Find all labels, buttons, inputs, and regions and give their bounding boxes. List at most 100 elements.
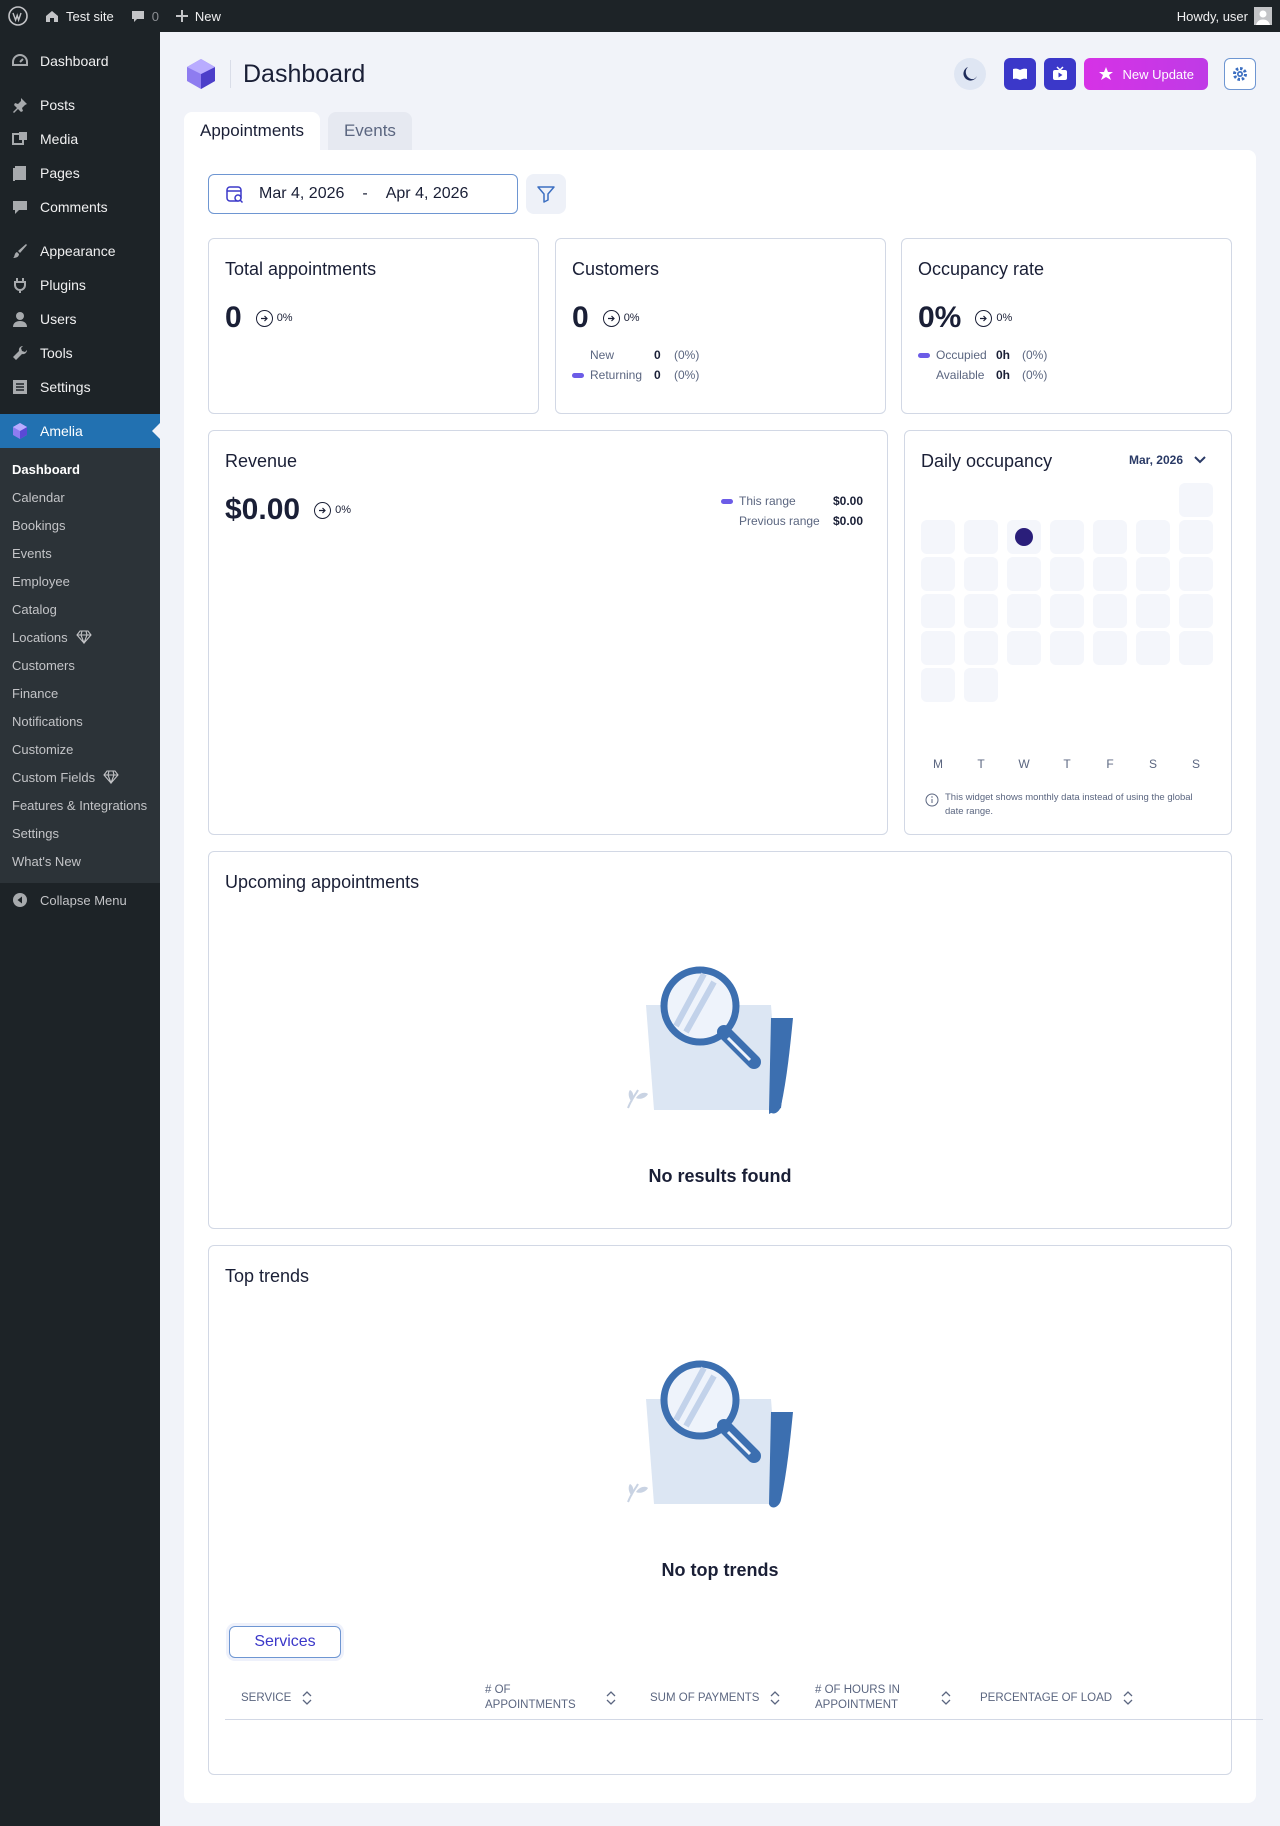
menu-item-posts[interactable]: Posts	[0, 88, 160, 122]
submenu-locations[interactable]: Locations	[0, 623, 160, 651]
docs-button[interactable]	[1004, 58, 1037, 90]
info-icon	[925, 793, 939, 807]
trends-table-header: Service # of appointments Sum of payment…	[225, 1676, 1263, 1720]
submenu-employee[interactable]: Employee	[0, 567, 160, 595]
sort-icon	[606, 1691, 616, 1705]
tab-appointments[interactable]: Appointments	[184, 112, 320, 150]
legend-pct: (0%)	[674, 348, 700, 362]
filter-button[interactable]	[526, 174, 566, 214]
wordpress-logo-icon[interactable]	[0, 0, 36, 32]
calendar-day	[1179, 520, 1213, 554]
calendar-day	[964, 520, 998, 554]
submenu-notifications[interactable]: Notifications	[0, 707, 160, 735]
submenu-bookings[interactable]: Bookings	[0, 511, 160, 539]
calendar-day	[964, 668, 998, 702]
legend-pct: (0%)	[1022, 348, 1048, 362]
submenu-customers[interactable]: Customers	[0, 651, 160, 679]
new-content-link[interactable]: New	[167, 0, 229, 32]
column-percentage-of-load[interactable]: Percentage of load	[980, 1676, 1134, 1720]
collapse-menu-button[interactable]: Collapse Menu	[0, 883, 160, 917]
settings-button[interactable]	[1224, 58, 1256, 90]
menu-item-plugins[interactable]: Plugins	[0, 268, 160, 302]
filter-icon	[537, 186, 555, 203]
total-appointments-card: Total appointments 0 0%	[208, 238, 539, 414]
legend-label: Available	[936, 368, 985, 382]
tab-events[interactable]: Events	[327, 112, 412, 150]
empty-state-message: No results found	[648, 1166, 792, 1186]
month-selector[interactable]: Mar, 2026	[1129, 453, 1207, 467]
services-tab-button[interactable]: Services	[229, 1626, 341, 1658]
plus-icon	[175, 10, 188, 22]
submenu-finance[interactable]: Finance	[0, 679, 160, 707]
site-name-link[interactable]: Test site	[36, 0, 122, 32]
wrench-icon	[10, 343, 30, 363]
submenu-settings[interactable]: Settings	[0, 819, 160, 847]
upcoming-appointments-card: Upcoming appointments No results found	[208, 851, 1232, 1229]
submenu-features-integrations[interactable]: Features & Integrations	[0, 791, 160, 819]
menu-item-amelia[interactable]: Amelia	[0, 414, 160, 448]
calendar-day	[1093, 520, 1127, 554]
submenu-custom-fields[interactable]: Custom Fields	[0, 763, 160, 791]
comments-count: 0	[151, 8, 159, 24]
section-tabs: Appointments Events	[184, 112, 412, 150]
column-service[interactable]: Service	[241, 1676, 313, 1720]
calendar-day	[1179, 557, 1213, 591]
card-title: Occupancy rate	[918, 259, 1045, 279]
dark-mode-toggle[interactable]	[954, 58, 987, 90]
occupancy-value: 0%	[918, 301, 962, 334]
menu-label: Pages	[40, 165, 80, 181]
admin-bar: Test site 0 New Howdy, user	[0, 0, 1280, 32]
note-text: This widget shows monthly data instead o…	[945, 792, 1193, 817]
menu-label: Plugins	[40, 277, 86, 293]
media-icon	[10, 129, 30, 149]
card-title: Daily occupancy	[921, 451, 1053, 471]
howdy-text: Howdy, user	[1176, 8, 1248, 24]
calendar-day	[1050, 631, 1084, 665]
menu-item-dashboard[interactable]: Dashboard	[0, 44, 160, 78]
menu-item-media[interactable]: Media	[0, 122, 160, 156]
column-hours-in-appointment[interactable]: # of hours in appointment	[815, 1676, 952, 1720]
change-percent: 0%	[276, 312, 293, 324]
weekday-label: M	[933, 757, 943, 771]
comments-link[interactable]: 0	[122, 0, 167, 32]
calendar-day	[964, 557, 998, 591]
new-update-button[interactable]: New Update	[1084, 58, 1208, 90]
legend-pct: (0%)	[674, 368, 700, 382]
video-tutorials-button[interactable]	[1044, 58, 1077, 90]
calendar-day	[1136, 631, 1170, 665]
submenu-dashboard[interactable]: Dashboard	[0, 455, 160, 483]
menu-item-comments[interactable]: Comments	[0, 190, 160, 224]
submenu-calendar[interactable]: Calendar	[0, 483, 160, 511]
submenu-label: Custom Fields	[12, 769, 96, 785]
sort-icon	[302, 1691, 312, 1705]
menu-label: Settings	[40, 379, 91, 395]
sort-icon	[771, 1691, 780, 1705]
calendar-day	[964, 631, 998, 665]
column-sum-of-payments[interactable]: Sum of payments	[650, 1676, 781, 1720]
card-title: Total appointments	[225, 259, 377, 279]
submenu-catalog[interactable]: Catalog	[0, 595, 160, 623]
weekday-label: S	[1148, 757, 1157, 771]
menu-item-tools[interactable]: Tools	[0, 336, 160, 370]
menu-label: Dashboard	[40, 53, 109, 69]
date-range-picker[interactable]: Mar 4, 2026 - Apr 4, 2026	[208, 174, 518, 214]
submenu-events[interactable]: Events	[0, 539, 160, 567]
change-percent: 0%	[623, 312, 640, 324]
calendar-day	[1093, 594, 1127, 628]
menu-label: Posts	[40, 97, 76, 113]
submenu-customize[interactable]: Customize	[0, 735, 160, 763]
change-percent: 0%	[335, 504, 351, 516]
account-menu[interactable]: Howdy, user	[1169, 0, 1280, 32]
calendar-day	[1136, 594, 1170, 628]
calendar-day	[1050, 594, 1084, 628]
menu-item-appearance[interactable]: Appearance	[0, 234, 160, 268]
menu-item-settings[interactable]: Settings	[0, 370, 160, 404]
column-appointments[interactable]: # of appointments	[485, 1676, 617, 1720]
submenu-whats-new[interactable]: What's New	[0, 847, 160, 875]
site-name: Test site	[66, 8, 114, 24]
legend-label: New	[590, 348, 615, 362]
menu-item-users[interactable]: Users	[0, 302, 160, 336]
menu-label: Tools	[40, 345, 73, 361]
menu-item-pages[interactable]: Pages	[0, 156, 160, 190]
menu-label: Users	[40, 311, 77, 327]
